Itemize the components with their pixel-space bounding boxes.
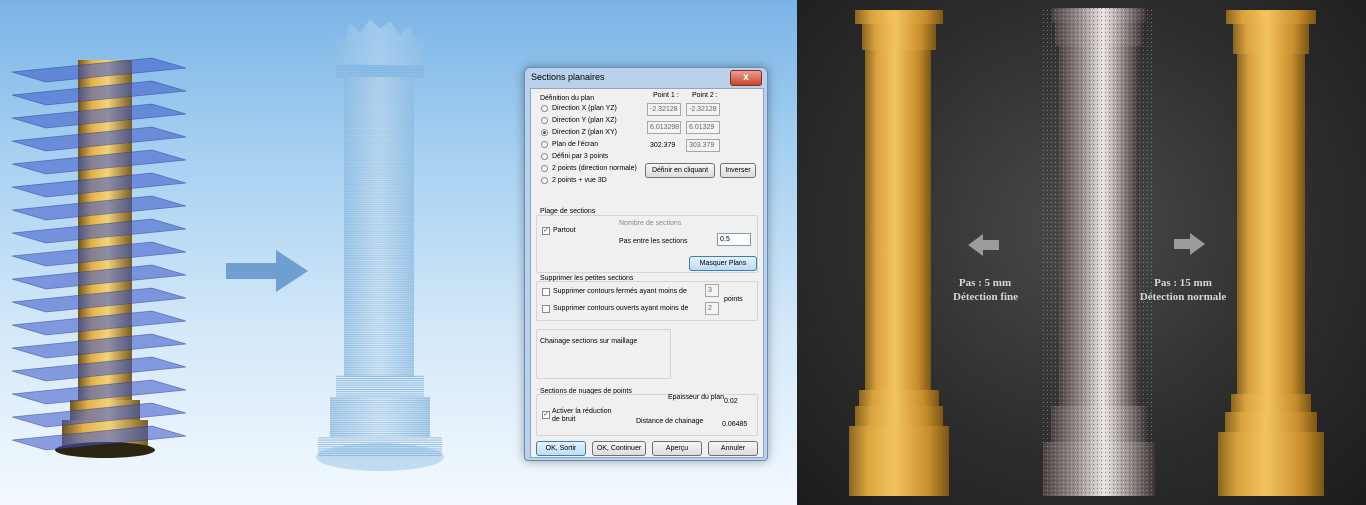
- noise-label-line2: de bruit: [552, 416, 576, 423]
- thickness-field[interactable]: 0.02: [721, 395, 755, 408]
- radio-three-points[interactable]: [541, 153, 548, 160]
- close-button[interactable]: x: [730, 70, 762, 86]
- plane-group-label: Définition du plan: [540, 95, 595, 102]
- radio-direction-x[interactable]: [541, 105, 548, 112]
- right-step-line2: Détection normale: [1139, 291, 1227, 303]
- option-direction-x: Direction X (plan YZ): [552, 105, 617, 112]
- remove-closed-checkbox[interactable]: [542, 288, 550, 296]
- sliced-column: [11, 57, 187, 458]
- sections-dialog: Sections planaires x Définition du plan …: [524, 67, 768, 461]
- point1-y-field[interactable]: 6.013298: [647, 121, 681, 134]
- everywhere-checkbox[interactable]: ✓: [542, 227, 550, 235]
- left-column: [849, 10, 949, 496]
- option-screen-plane: Plan de l'écran: [552, 141, 599, 148]
- close-icon: x: [743, 72, 749, 83]
- remove-open-label: Supprimer contours ouverts ayant moins d…: [553, 305, 689, 312]
- right-step-text: Pas : 15 mm Détection normale: [1133, 276, 1233, 304]
- ok-continue-button[interactable]: OK, Continuer: [592, 441, 646, 456]
- point2-header: Point 2 :: [692, 92, 718, 99]
- point1-z-field[interactable]: 302.379: [647, 139, 683, 152]
- left-arrow-icon: [968, 234, 999, 256]
- points-unit-label: points: [724, 296, 743, 303]
- define-by-click-button[interactable]: Définir en cliquant: [645, 163, 715, 178]
- option-direction-y: Direction Y (plan XZ): [552, 117, 617, 124]
- left-step-line2: Détection fine: [953, 291, 1019, 303]
- comparison-render: Pas : 5 mm Détection fine Pas : 15 mm Dé…: [797, 0, 1366, 505]
- option-direction-z: Direction Z (plan XY): [552, 129, 617, 136]
- left-step-text: Pas : 5 mm Détection fine: [953, 276, 1019, 304]
- right-arrow-icon: [1174, 233, 1205, 255]
- point2-y-field[interactable]: 6.01329: [686, 121, 720, 134]
- radio-screen-plane[interactable]: [541, 141, 548, 148]
- thickness-label: Epaisseur du plan: [668, 394, 725, 401]
- dialog-title: Sections planaires: [531, 72, 605, 82]
- right-arrow-icon: [226, 250, 308, 292]
- dialog-client: Définition du plan Point 1 : Point 2 : D…: [530, 88, 764, 458]
- right-step-line1: Pas : 15 mm: [1154, 277, 1212, 289]
- columns-render: [849, 8, 1324, 496]
- option-two-points-normal: 2 points (direction normale): [552, 165, 637, 172]
- option-two-points-3d: 2 points + vue 3D: [552, 177, 607, 184]
- step-label: Pas entre les sections: [619, 238, 688, 245]
- remove-open-field[interactable]: 2: [705, 302, 719, 315]
- radio-direction-y[interactable]: [541, 117, 548, 124]
- preview-button[interactable]: Aperçu: [652, 441, 702, 456]
- sliced-column-view: [11, 57, 187, 458]
- point2-z-field[interactable]: 303.379: [686, 139, 720, 152]
- noise-reduction-checkbox[interactable]: ✓: [542, 411, 550, 419]
- software-viewport: Sections planaires x Définition du plan …: [0, 0, 797, 505]
- cancel-button[interactable]: Annuler: [708, 441, 758, 456]
- chain-distance-field[interactable]: 0.06485: [719, 418, 757, 431]
- everywhere-label: Partout: [553, 227, 576, 234]
- invert-button[interactable]: Inverser: [720, 163, 756, 178]
- left-step-line1: Pas : 5 mm: [958, 277, 1012, 289]
- chain-distance-label: Distance de chainage: [636, 418, 704, 425]
- hide-planes-button[interactable]: Masquer Plans: [689, 256, 757, 271]
- right-column: [1218, 10, 1324, 496]
- option-three-points: Défini par 3 points: [552, 153, 609, 160]
- point2-x-field[interactable]: -2.32128: [686, 103, 720, 116]
- radio-two-points-normal[interactable]: [541, 165, 548, 172]
- section-count-label: Nombre de sections: [619, 220, 682, 227]
- radio-direction-z[interactable]: [541, 129, 548, 136]
- point-cloud-column: [316, 19, 444, 471]
- remove-open-checkbox[interactable]: [542, 305, 550, 313]
- dialog-titlebar[interactable]: Sections planaires x: [525, 68, 767, 88]
- mesh-group-label: Chainage sections sur maillage: [540, 338, 638, 345]
- remove-closed-label: Supprimer contours fermés ayant moins de: [553, 288, 687, 295]
- point1-header: Point 1 :: [653, 92, 679, 99]
- step-field[interactable]: 0.5: [717, 233, 751, 246]
- remove-closed-field[interactable]: 3: [705, 284, 719, 297]
- ok-exit-button[interactable]: OK, Sortir: [536, 441, 586, 456]
- center-scanned-column: [1043, 8, 1155, 496]
- point1-x-field[interactable]: -2.32128: [647, 103, 681, 116]
- radio-two-points-3d[interactable]: [541, 177, 548, 184]
